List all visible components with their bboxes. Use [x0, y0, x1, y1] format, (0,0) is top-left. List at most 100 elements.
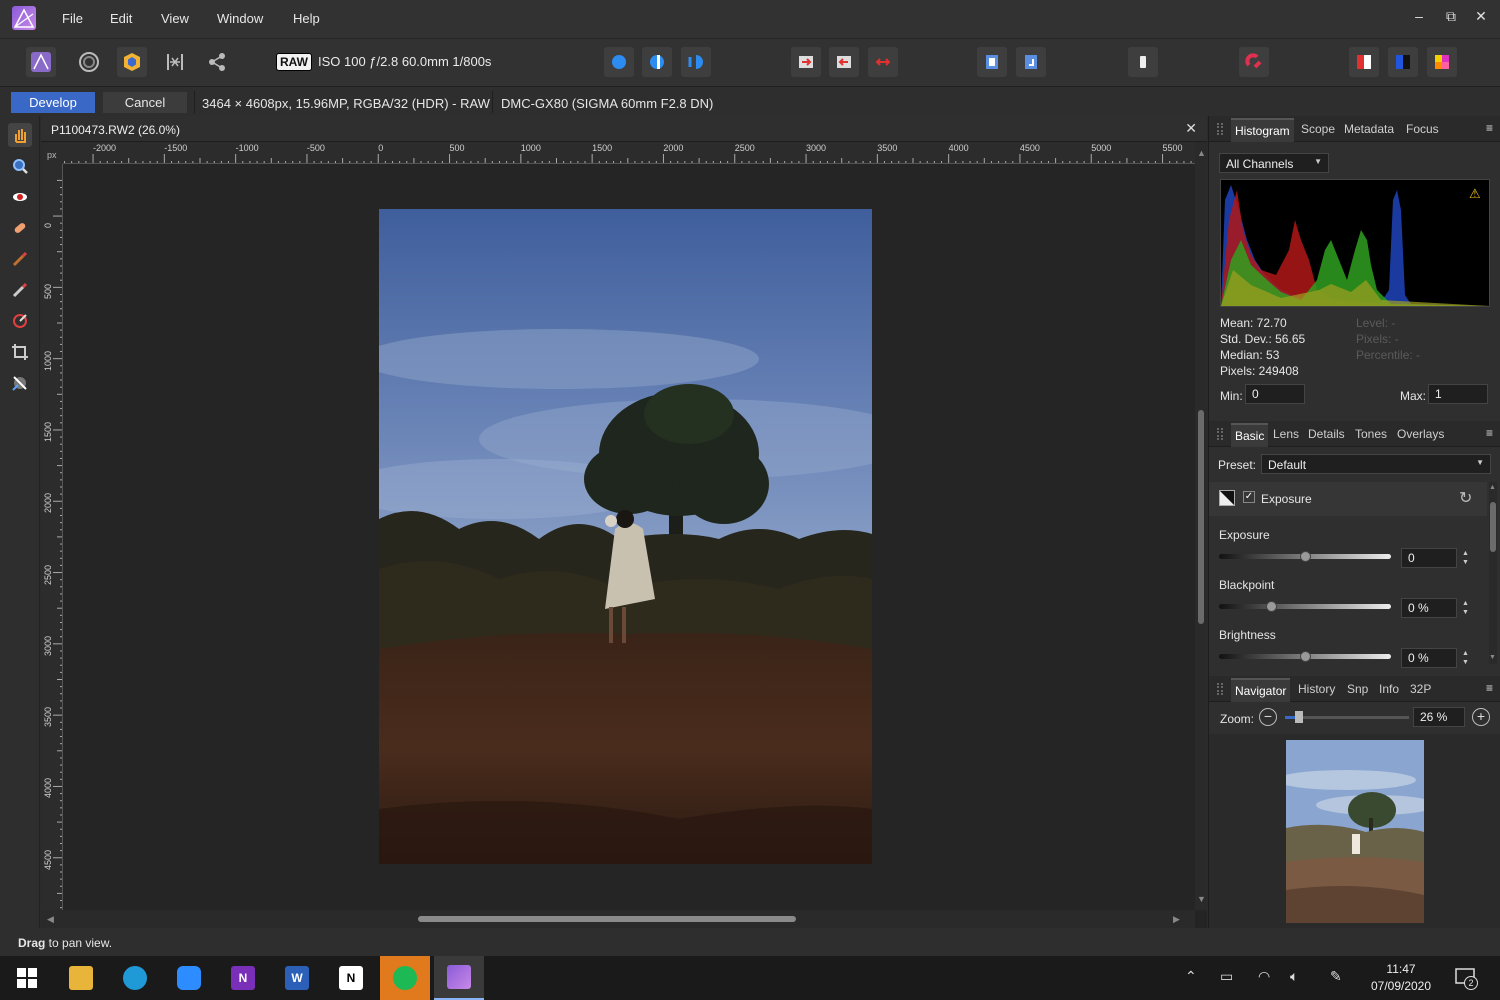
- edge-browser-icon[interactable]: [110, 956, 160, 1000]
- restore-button[interactable]: ⧉: [1436, 8, 1466, 25]
- color-space-rgb-icon[interactable]: [1349, 47, 1379, 77]
- tone-mapping-persona-icon[interactable]: [160, 47, 190, 77]
- assistant-icon[interactable]: [977, 47, 1007, 77]
- panel-menu-icon[interactable]: ≡: [1486, 121, 1493, 135]
- tab-metadata[interactable]: Metadata: [1344, 122, 1394, 136]
- menu-help[interactable]: Help: [293, 11, 320, 26]
- close-window-button[interactable]: ✕: [1466, 8, 1496, 25]
- photo-persona-icon[interactable]: [26, 47, 56, 77]
- develop-button[interactable]: Develop: [11, 92, 95, 113]
- tab-overlays[interactable]: Overlays: [1397, 427, 1444, 441]
- discard-icon[interactable]: [1128, 47, 1158, 77]
- tab-focus[interactable]: Focus: [1406, 122, 1439, 136]
- tab-histogram[interactable]: Histogram: [1231, 118, 1294, 142]
- exposure-enable-checkbox[interactable]: ✓: [1243, 491, 1255, 503]
- tab-basic[interactable]: Basic: [1231, 423, 1269, 447]
- reset-icon[interactable]: ↻: [1459, 488, 1472, 508]
- scroll-up-icon[interactable]: ▲: [1197, 148, 1206, 158]
- blemish-removal-tool-icon[interactable]: [8, 216, 32, 240]
- zoom-tool-icon[interactable]: [8, 154, 32, 178]
- navigator-thumbnail[interactable]: [1286, 740, 1424, 923]
- rotate-icon[interactable]: [1016, 47, 1046, 77]
- overlay-erase-tool-icon[interactable]: [8, 278, 32, 302]
- battery-icon[interactable]: ▭: [1220, 968, 1233, 985]
- view-tool-hand-icon[interactable]: [8, 123, 32, 147]
- clipping-warning-icon[interactable]: ⚠: [1469, 186, 1481, 202]
- snap-magnet-icon[interactable]: [1239, 47, 1269, 77]
- channel-select[interactable]: All Channels ▼: [1219, 153, 1329, 173]
- panel-grip-icon[interactable]: [1217, 428, 1223, 440]
- brightness-value-input[interactable]: 0 %: [1401, 648, 1457, 668]
- document-tab[interactable]: P1100473.RW2 (26.0%) ✕: [41, 116, 1207, 142]
- exposure-slider-knob[interactable]: [1300, 551, 1311, 562]
- crop-tool-icon[interactable]: [8, 340, 32, 364]
- red-eye-tool-icon[interactable]: [8, 185, 32, 209]
- max-input[interactable]: 1: [1428, 384, 1488, 404]
- blackpoint-slider[interactable]: [1219, 604, 1391, 609]
- white-balance-tool-icon[interactable]: [8, 371, 32, 395]
- spin-down-icon[interactable]: ▼: [1462, 559, 1469, 566]
- taskbar-clock[interactable]: 11:47 07/09/2020: [1362, 961, 1440, 995]
- notion-icon[interactable]: N: [326, 956, 376, 1000]
- tab-scope[interactable]: Scope: [1301, 122, 1335, 136]
- show-hidden-icons-icon[interactable]: ⌃: [1185, 968, 1197, 985]
- pen-icon[interactable]: ✎: [1330, 968, 1342, 985]
- spin-up-icon[interactable]: ▲: [1462, 550, 1469, 557]
- scroll-left-icon[interactable]: ◀: [47, 914, 54, 925]
- scroll-up-icon[interactable]: ▲: [1489, 484, 1496, 491]
- swap-view-icon[interactable]: [868, 47, 898, 77]
- basic-panel-scroll-thumb[interactable]: [1490, 502, 1496, 552]
- basic-panel-scrollbar[interactable]: ▲ ▼: [1489, 482, 1497, 664]
- brightness-slider-knob[interactable]: [1300, 651, 1311, 662]
- panel-menu-icon[interactable]: ≡: [1486, 681, 1493, 695]
- affinity-photo-taskbar-icon[interactable]: [434, 956, 484, 1000]
- tab-info[interactable]: Info: [1379, 682, 1399, 696]
- menu-view[interactable]: View: [161, 11, 189, 26]
- develop-persona-icon[interactable]: [117, 47, 147, 77]
- clipped-shadows-icon[interactable]: [642, 47, 672, 77]
- vertical-scrollbar[interactable]: ▲ ▼: [1195, 142, 1207, 910]
- export-persona-icon[interactable]: [202, 47, 232, 77]
- panel-grip-icon[interactable]: [1217, 123, 1223, 135]
- preset-select[interactable]: Default ▼: [1261, 454, 1491, 474]
- navigator-preview-area[interactable]: [1209, 734, 1500, 928]
- tab-lens[interactable]: Lens: [1273, 427, 1299, 441]
- spin-up-icon[interactable]: ▲: [1462, 650, 1469, 657]
- color-space-cmyk-icon[interactable]: [1427, 47, 1457, 77]
- tab-history[interactable]: History: [1298, 682, 1335, 696]
- tab-tones[interactable]: Tones: [1355, 427, 1387, 441]
- split-view-icon[interactable]: [791, 47, 821, 77]
- zoom-out-icon[interactable]: −: [1259, 708, 1277, 726]
- tab-navigator[interactable]: Navigator: [1231, 678, 1291, 702]
- close-document-icon[interactable]: ✕: [1185, 120, 1197, 137]
- menu-window[interactable]: Window: [217, 11, 263, 26]
- blackpoint-value-input[interactable]: 0 %: [1401, 598, 1457, 618]
- scroll-down-icon[interactable]: ▼: [1197, 894, 1206, 904]
- zoom-in-icon[interactable]: +: [1472, 708, 1490, 726]
- liquify-persona-icon[interactable]: [74, 47, 104, 77]
- scroll-down-icon[interactable]: ▼: [1489, 654, 1496, 661]
- volume-icon[interactable]: 🔈︎: [1290, 968, 1298, 985]
- panel-grip-icon[interactable]: [1217, 683, 1223, 695]
- color-space-dark-icon[interactable]: [1388, 47, 1418, 77]
- zoom-input[interactable]: 26 %: [1413, 707, 1465, 727]
- overlay-gradient-tool-icon[interactable]: [8, 309, 32, 333]
- overlay-paint-tool-icon[interactable]: [8, 247, 32, 271]
- spin-up-icon[interactable]: ▲: [1462, 600, 1469, 607]
- horizontal-scroll-thumb[interactable]: [418, 916, 796, 922]
- zoom-slider[interactable]: [1285, 711, 1409, 723]
- spin-down-icon[interactable]: ▼: [1462, 609, 1469, 616]
- clipped-tones-icon[interactable]: [681, 47, 711, 77]
- zoom-app-icon[interactable]: [164, 956, 214, 1000]
- exposure-value-input[interactable]: 0: [1401, 548, 1457, 568]
- notifications-icon[interactable]: 2: [1454, 966, 1478, 990]
- scroll-right-icon[interactable]: ▶: [1173, 914, 1180, 925]
- spin-down-icon[interactable]: ▼: [1462, 659, 1469, 666]
- wifi-icon[interactable]: ◠: [1258, 968, 1270, 985]
- menu-file[interactable]: File: [62, 11, 83, 26]
- tab-details[interactable]: Details: [1308, 427, 1345, 441]
- zoom-slider-thumb[interactable]: [1295, 711, 1303, 723]
- menu-edit[interactable]: Edit: [110, 11, 132, 26]
- vertical-scroll-thumb[interactable]: [1198, 410, 1204, 624]
- file-explorer-icon[interactable]: [56, 956, 106, 1000]
